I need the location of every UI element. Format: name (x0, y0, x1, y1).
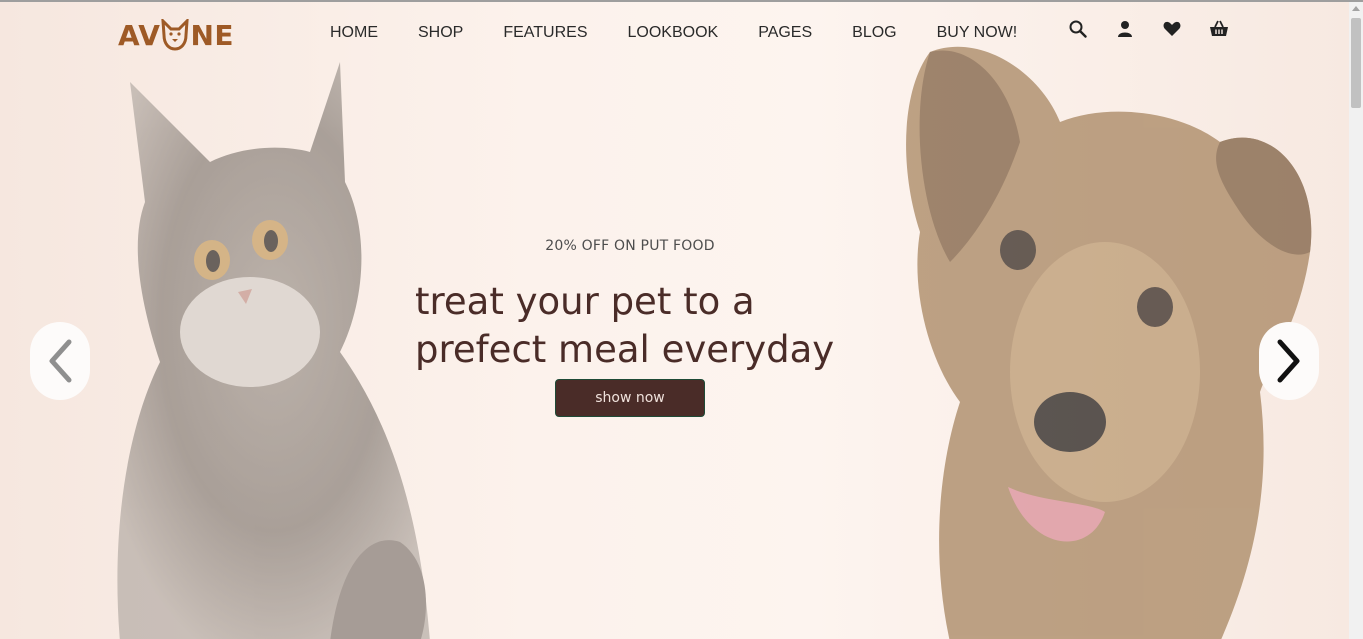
brand-logo[interactable]: AV NE (118, 17, 234, 53)
show-now-button[interactable]: show now (555, 379, 705, 417)
nav-shop[interactable]: SHOP (398, 22, 483, 44)
user-icon[interactable] (1115, 18, 1135, 40)
headline-line-1: treat your pet to a (415, 280, 755, 323)
heart-icon[interactable] (1162, 18, 1182, 40)
promo-text: 20% OFF ON PUT FOOD (545, 238, 715, 254)
nav-home[interactable]: HOME (310, 22, 398, 44)
nav-blog[interactable]: BLOG (832, 22, 916, 44)
pet-face-logo-icon (161, 19, 190, 51)
nav-lookbook[interactable]: LOOKBOOK (608, 22, 739, 44)
main-nav: HOME SHOP FEATURES LOOKBOOK PAGES BLOG B… (310, 22, 1037, 44)
carousel-prev-button[interactable] (30, 322, 90, 400)
hero-headline: treat your pet to a prefect meal everyda… (415, 278, 855, 374)
headline-line-2: prefect meal everyday (415, 328, 835, 371)
chevron-left-icon (49, 339, 72, 383)
scroll-up-arrow-icon[interactable] (1352, 6, 1360, 11)
nav-buy-now[interactable]: BUY NOW! (917, 22, 1038, 44)
search-icon[interactable] (1068, 18, 1088, 40)
basket-icon[interactable] (1209, 18, 1229, 40)
chevron-right-icon (1277, 339, 1300, 383)
carousel-next-button[interactable] (1259, 322, 1319, 400)
nav-pages[interactable]: PAGES (738, 22, 832, 44)
logo-text-right: NE (190, 18, 235, 52)
header-icons (1068, 18, 1229, 40)
logo-text-left: AV (118, 18, 161, 52)
scrollbar-thumb[interactable] (1351, 18, 1361, 108)
page-scrollbar[interactable] (1349, 2, 1363, 639)
cat-image (117, 62, 430, 639)
nav-features[interactable]: FEATURES (483, 22, 607, 44)
